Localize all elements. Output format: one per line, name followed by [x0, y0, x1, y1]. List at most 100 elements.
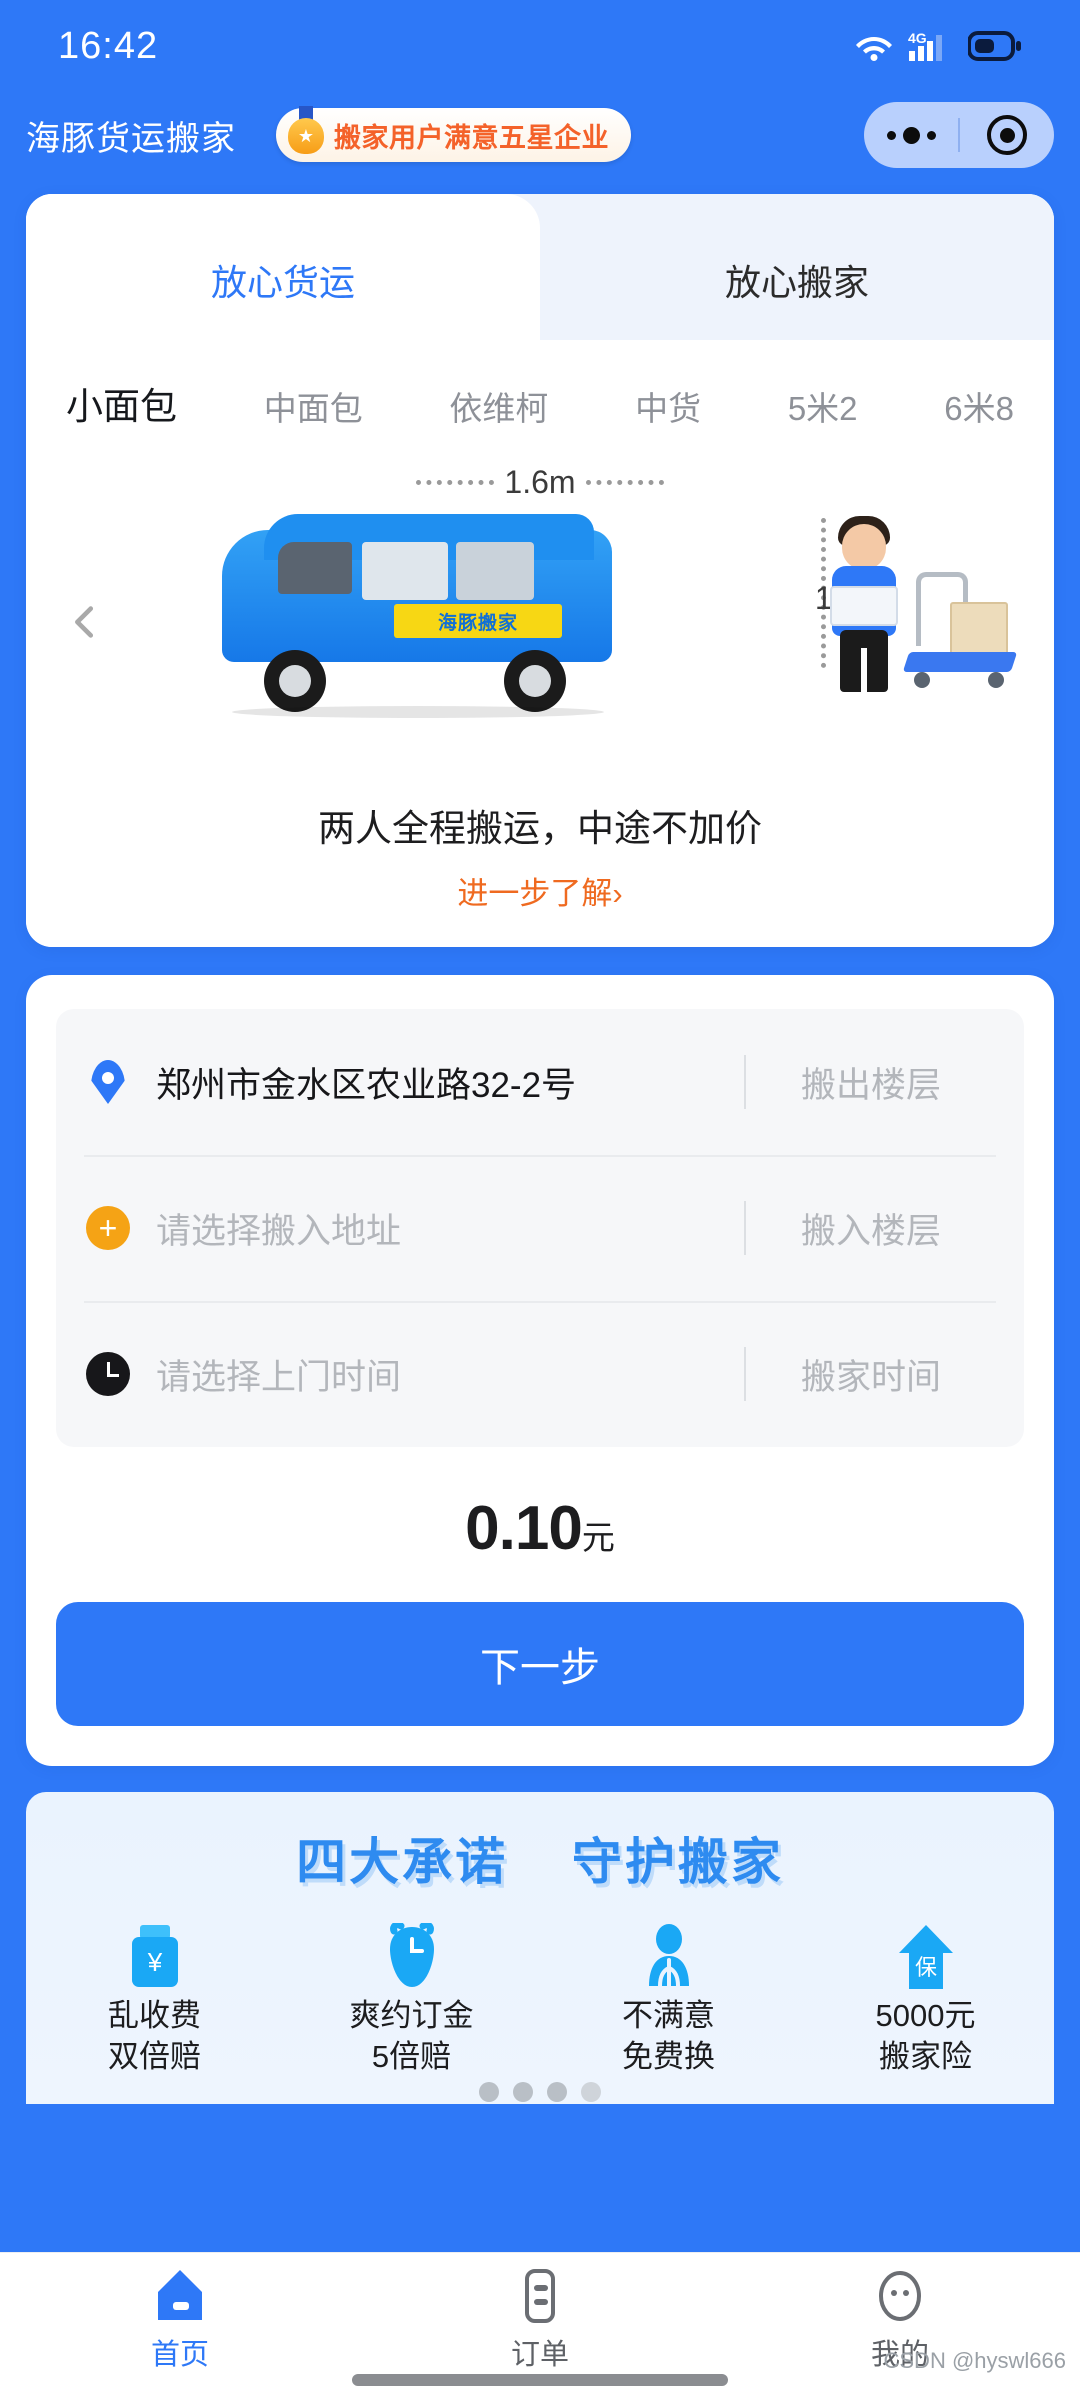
chevron-left-icon[interactable] [62, 599, 108, 645]
clock-icon [84, 1350, 132, 1398]
tabbar-label-orders: 订单 [510, 2339, 569, 2371]
tab-freight[interactable]: 放心货运 [26, 194, 540, 340]
carousel-dot[interactable] [547, 2081, 567, 2102]
dropoff-address-row[interactable]: + 请选择搬入地址 搬入楼层 [84, 1155, 996, 1301]
vehicle-illustration: 1.6m 1.1m 海豚搬家 [26, 462, 1054, 782]
next-step-button[interactable]: 下一步 [56, 1602, 1024, 1726]
promise-line1: 爽约订金 [349, 1998, 474, 2033]
miniprogram-capsule[interactable] [864, 102, 1054, 168]
vehicle-type-5m2[interactable]: 5米2 [784, 382, 862, 444]
tab-moving[interactable]: 放心搬家 [540, 194, 1054, 340]
vehicle-type-label: 依维柯 [449, 390, 549, 427]
worker-figure [824, 510, 904, 692]
badge-label: 搬家用户满意五星企业 [334, 122, 609, 153]
dropoff-address-value[interactable]: 请选择搬入地址 [156, 1203, 734, 1254]
promise-line2: 免费换 [622, 2038, 715, 2074]
deposit-clock-icon [283, 1920, 540, 1996]
vehicle-caption: 两人全程搬运，中途不加价 [318, 808, 762, 849]
van-image: 海豚搬家 [222, 508, 612, 718]
battery-icon [968, 30, 1022, 62]
medal-icon: ★ [288, 106, 324, 158]
service-tabs: 放心货运 放心搬家 [26, 194, 1054, 340]
status-bar-time: 16:42 [58, 24, 159, 67]
order-icon [360, 2265, 720, 2327]
money-bag-icon: ¥ [26, 1920, 283, 1996]
service-card: 放心货运 放心搬家 小面包 中面包 依维柯 中货 5米2 6米8 1.6m 海豚… [26, 194, 1054, 947]
more-dots-icon[interactable] [864, 126, 958, 144]
location-pin-icon [84, 1058, 132, 1106]
hand-cart-icon [902, 572, 1018, 690]
svg-text:保: 保 [914, 1955, 936, 1980]
tab-freight-label: 放心货运 [210, 262, 355, 303]
promise-item-deposit[interactable]: 爽约订金 5倍赔 [283, 1920, 540, 2078]
dimension-line [585, 480, 664, 485]
promise-line2: 搬家险 [879, 2038, 972, 2074]
carousel-dot[interactable] [513, 2081, 533, 2102]
order-form-card: 郑州市金水区农业路32-2号 搬出楼层 + 请选择搬入地址 搬入楼层 请选择上门… [26, 975, 1054, 1766]
promise-line1: 不满意 [622, 1998, 715, 2033]
status-bar: 16:42 4G [0, 0, 1080, 92]
price-amount: 0.10 [465, 1494, 583, 1563]
pickup-address-row[interactable]: 郑州市金水区农业路32-2号 搬出楼层 [84, 1009, 996, 1155]
promise-banner: 四大承诺 守护搬家 ¥ 乱收费 双倍赔 爽约订金 5倍赔 不满意 免费换 保 5… [26, 1792, 1054, 2104]
dropoff-floor-input[interactable]: 搬入楼层 [746, 1203, 996, 1254]
pickup-floor-input[interactable]: 搬出楼层 [746, 1057, 996, 1108]
moving-time-input[interactable]: 搬家时间 [746, 1349, 996, 1400]
promise-title-part2: 守护搬家 [571, 1834, 784, 1890]
promise-line2: 5倍赔 [371, 2038, 452, 2074]
promise-item-overcharge[interactable]: ¥ 乱收费 双倍赔 [26, 1920, 283, 2078]
carousel-dot[interactable] [479, 2081, 499, 2102]
plus-circle-icon: + [84, 1204, 132, 1252]
five-star-badge: ★ 搬家用户满意五星企业 [276, 106, 631, 162]
tabbar-label-home: 首页 [150, 2339, 209, 2371]
promise-line2: 双倍赔 [108, 2038, 201, 2074]
promise-banner-title: 四大承诺 守护搬家 [26, 1822, 1054, 1894]
vehicle-type-zhonghuo[interactable]: 中货 [631, 382, 705, 444]
status-bar-icons: 4G [854, 29, 1022, 63]
signal-4g-icon: 4G [908, 29, 954, 63]
tab-moving-label: 放心搬家 [724, 262, 869, 303]
carousel-dot-active[interactable] [581, 2081, 601, 2102]
home-indicator [352, 2374, 728, 2386]
app-navigation-bar: 海豚货运搬家 ★ 搬家用户满意五星企业 [0, 92, 1080, 178]
dimension-line [416, 480, 495, 485]
vehicle-length-dimension: 1.6m [26, 464, 1054, 501]
tabbar-item-orders[interactable]: 订单 [360, 2265, 720, 2373]
vehicle-length-value: 1.6m [504, 464, 576, 500]
vehicle-type-xiaomianbao[interactable]: 小面包 [62, 376, 181, 444]
bottom-navigation: 首页 订单 我的 CSDN @hyswl666 [0, 2252, 1080, 2400]
insurance-house-icon: 保 [797, 1920, 1054, 1996]
promise-title-part1: 四大承诺 [296, 1834, 509, 1890]
vehicle-type-label: 5米2 [787, 390, 858, 427]
profile-icon [720, 2265, 1080, 2327]
vehicle-type-label: 中货 [635, 390, 702, 427]
vehicle-type-label: 6米8 [944, 390, 1014, 427]
wifi-icon [854, 30, 894, 62]
service-card-body: 小面包 中面包 依维柯 中货 5米2 6米8 1.6m 海豚搬家 两人全程搬运，… [26, 340, 1054, 947]
promise-line1: 乱收费 [108, 1998, 201, 2033]
promise-item-satisfaction[interactable]: 不满意 免费换 [540, 1920, 797, 2078]
van-decal-text: 海豚搬家 [437, 612, 518, 634]
price-display: 0.10元 [56, 1493, 1024, 1564]
page-title: 海豚货运搬家 [26, 119, 236, 158]
pickup-address-value[interactable]: 郑州市金水区农业路32-2号 [156, 1057, 734, 1108]
target-circle-icon[interactable] [960, 115, 1054, 155]
tabbar-item-home[interactable]: 首页 [0, 2265, 360, 2373]
carousel-indicator[interactable] [0, 2081, 1080, 2102]
vehicle-type-selector: 小面包 中面包 依维柯 中货 5米2 6米8 [26, 340, 1054, 444]
price-currency: 元 [581, 1519, 615, 1556]
vehicle-type-label: 中面包 [263, 390, 363, 427]
person-icon [540, 1920, 797, 1996]
learn-more-link[interactable]: 进一步了解› [26, 868, 1054, 913]
signal-4g-label: 4G [908, 30, 927, 46]
vehicle-type-zhongmianbao[interactable]: 中面包 [260, 382, 367, 444]
promise-line1: 5000元 [875, 1998, 976, 2033]
vehicle-type-label: 小面包 [66, 386, 177, 427]
vehicle-type-6m8[interactable]: 6米8 [940, 382, 1018, 444]
address-form: 郑州市金水区农业路32-2号 搬出楼层 + 请选择搬入地址 搬入楼层 请选择上门… [56, 1009, 1024, 1447]
watermark: CSDN @hyswl666 [883, 2348, 1067, 2373]
pickup-time-value[interactable]: 请选择上门时间 [156, 1349, 734, 1400]
promise-item-insurance[interactable]: 保 5000元 搬家险 [797, 1920, 1054, 2078]
vehicle-type-yiweike[interactable]: 依维柯 [445, 382, 552, 444]
pickup-time-row[interactable]: 请选择上门时间 搬家时间 [84, 1301, 996, 1447]
